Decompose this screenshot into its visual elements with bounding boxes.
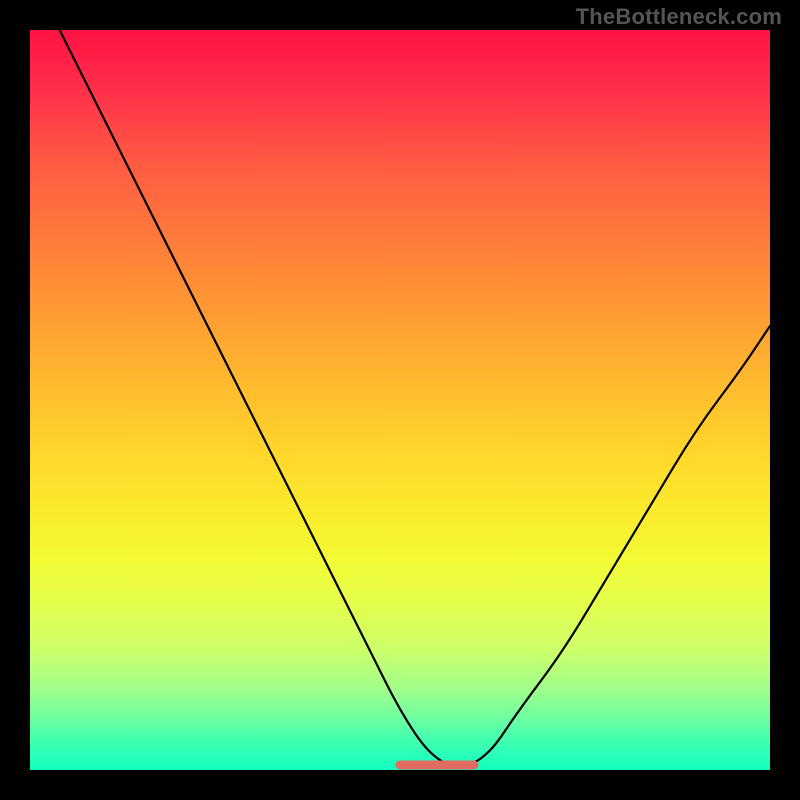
- bottleneck-curve: [60, 30, 770, 766]
- watermark-text: TheBottleneck.com: [576, 4, 782, 30]
- chart-frame: TheBottleneck.com: [0, 0, 800, 800]
- plot-area: [30, 30, 770, 770]
- curve-svg: [30, 30, 770, 770]
